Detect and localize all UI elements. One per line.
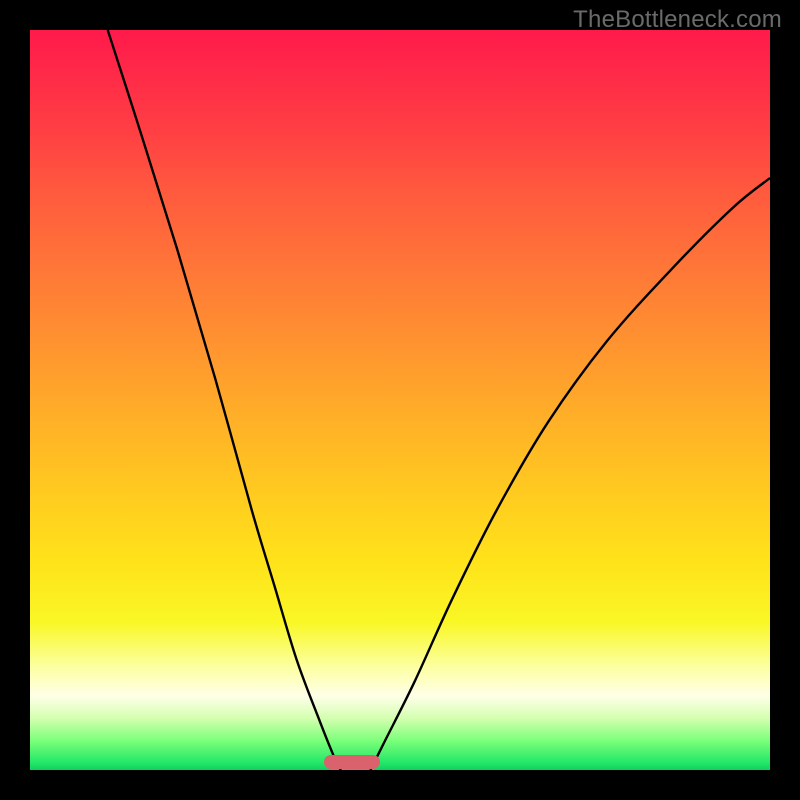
watermark-text: TheBottleneck.com: [573, 6, 782, 34]
bottleneck-curve: [30, 30, 770, 770]
curve-left-branch: [108, 30, 341, 770]
plot-area: [30, 30, 770, 770]
chart-frame: TheBottleneck.com: [0, 0, 800, 800]
curve-right-branch: [370, 178, 770, 770]
bottleneck-marker: [324, 755, 380, 769]
